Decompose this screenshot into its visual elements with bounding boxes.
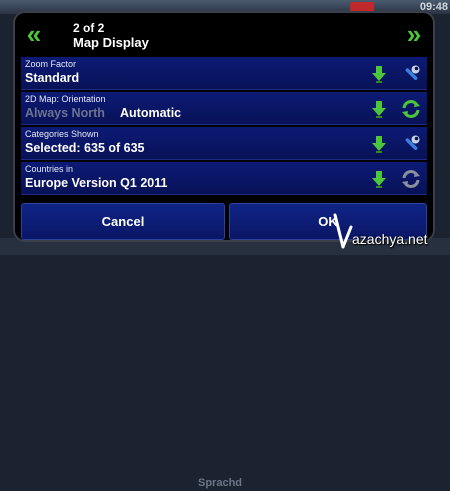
setting-option-inactive[interactable]: Always North <box>25 106 105 120</box>
setting-value: Standard <box>25 71 80 85</box>
wrench-icon[interactable] <box>401 64 421 84</box>
setting-row-categories-shown[interactable]: Categories Shown Selected: 635 of 635 <box>21 127 427 160</box>
download-arrow-icon[interactable] <box>369 134 389 154</box>
setting-label: Categories Shown <box>25 129 99 139</box>
setting-label: 2D Map: Orientation <box>25 94 106 104</box>
page-title: Map Display <box>73 35 149 50</box>
setting-label: Countries in <box>25 164 74 174</box>
settings-dialog: « 2 of 2 Map Display » Zoom Factor Stand… <box>13 11 435 242</box>
cancel-button[interactable]: Cancel <box>21 203 225 240</box>
setting-row-countries-in[interactable]: Countries in Europe Version Q1 2011 <box>21 162 427 195</box>
download-arrow-icon[interactable] <box>369 99 389 119</box>
background-bottom-text: Sprachd <box>198 477 243 489</box>
download-arrow-icon[interactable] <box>369 64 389 84</box>
dialog-header: « 2 of 2 Map Display » <box>15 13 433 57</box>
cycle-arrows-icon[interactable] <box>401 99 421 119</box>
watermark-text: azachya.net <box>352 231 428 247</box>
setting-row-map-orientation[interactable]: 2D Map: Orientation Always North Automat… <box>21 92 427 125</box>
setting-row-zoom-factor[interactable]: Zoom Factor Standard <box>21 57 427 90</box>
next-page-icon[interactable]: » <box>401 21 427 47</box>
download-arrow-icon[interactable] <box>369 169 389 189</box>
setting-label: Zoom Factor <box>25 59 77 69</box>
previous-page-icon[interactable]: « <box>21 21 47 47</box>
watermark-logo-icon <box>333 213 353 249</box>
setting-value: Selected: 635 of 635 <box>25 141 145 155</box>
page-indicator: 2 of 2 <box>73 21 105 35</box>
setting-option-active[interactable]: Automatic <box>120 106 181 120</box>
wrench-icon[interactable] <box>401 134 421 154</box>
cycle-arrows-disabled-icon <box>401 169 421 189</box>
setting-value: Europe Version Q1 2011 <box>25 176 168 190</box>
